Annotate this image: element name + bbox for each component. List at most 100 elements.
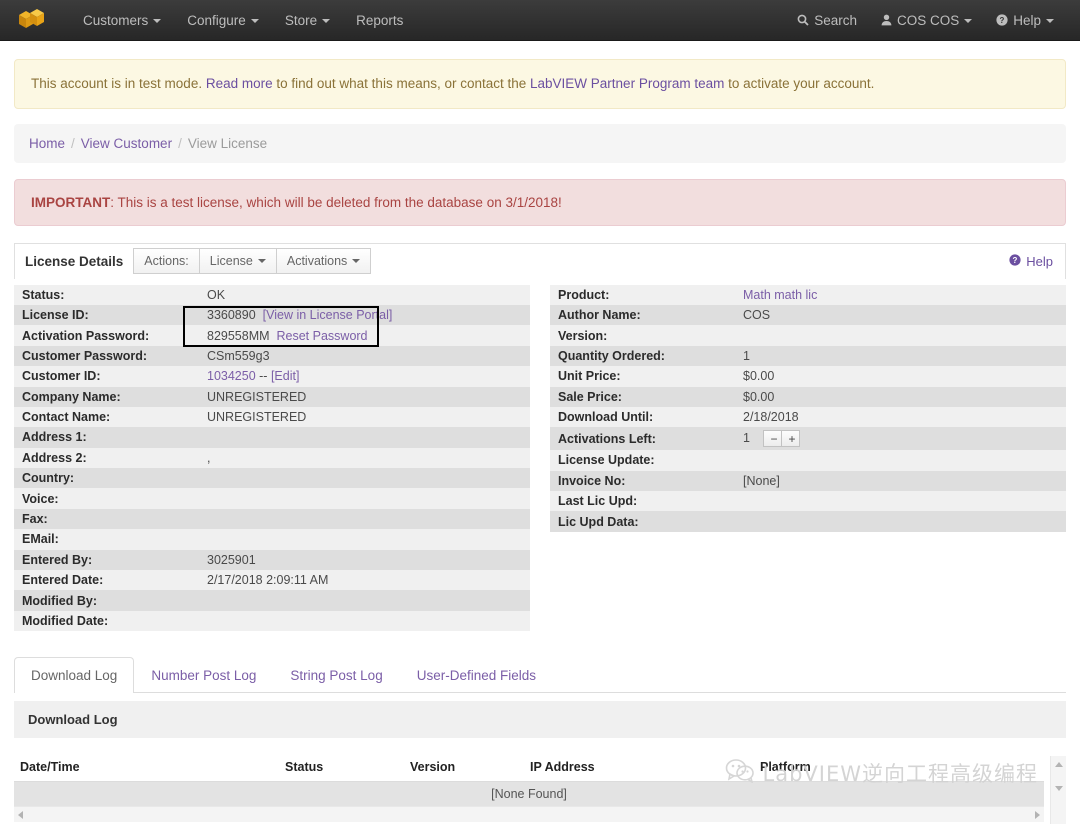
table-row: Status: OK bbox=[14, 284, 530, 305]
table-row: Sale Price: $0.00 bbox=[550, 386, 1066, 407]
activations-dropdown-button[interactable]: Activations bbox=[275, 248, 372, 275]
vertical-scrollbar[interactable] bbox=[1050, 756, 1066, 825]
question-circle-icon: ? bbox=[1009, 253, 1021, 269]
row-value: $0.00 bbox=[735, 386, 1066, 407]
chevron-down-icon bbox=[352, 259, 361, 264]
nav-label: Reports bbox=[356, 12, 404, 28]
row-value: 829558MM Reset Password bbox=[199, 325, 530, 346]
activations-increment-button[interactable]: + bbox=[781, 430, 801, 448]
row-label: Company Name: bbox=[14, 386, 199, 407]
chevron-down-icon bbox=[964, 18, 973, 23]
row-value bbox=[199, 529, 530, 550]
scroll-left-icon[interactable] bbox=[18, 811, 23, 820]
row-value: 1 − + bbox=[735, 427, 1066, 451]
chevron-down-icon bbox=[153, 18, 162, 23]
svg-text:?: ? bbox=[1013, 256, 1018, 265]
license-dropdown-label: License bbox=[209, 254, 253, 269]
details-right-table: Product: Math math lic Author Name: COS … bbox=[550, 284, 1066, 532]
column-header-version[interactable]: Version bbox=[404, 756, 524, 783]
brand-logo[interactable] bbox=[10, 0, 54, 41]
row-label: Modified Date: bbox=[14, 610, 199, 632]
table-row: Lic Upd Data: bbox=[550, 511, 1066, 532]
tab-download-log[interactable]: Download Log bbox=[14, 657, 135, 694]
nav-label: Store bbox=[284, 12, 318, 28]
customer-id-link[interactable]: 1034250 bbox=[207, 369, 256, 383]
column-header-platform[interactable]: Platform bbox=[754, 756, 1044, 783]
nav-item-customers[interactable]: Customers bbox=[70, 0, 174, 41]
row-value: 1034250 -- [Edit] bbox=[199, 366, 530, 387]
panel-help-link[interactable]: ? Help bbox=[1009, 254, 1053, 269]
alert-text-part3: to activate your account. bbox=[724, 76, 875, 91]
tab-user-defined-fields[interactable]: User-Defined Fields bbox=[400, 657, 553, 693]
breadcrumb: Home / View Customer / View License bbox=[14, 123, 1066, 163]
table-row: Invoice No: [None] bbox=[550, 470, 1066, 492]
row-label: Version: bbox=[550, 325, 735, 346]
row-label: Invoice No: bbox=[550, 470, 735, 492]
reset-password-link[interactable]: Reset Password bbox=[277, 329, 368, 343]
row-value: 2/18/2018 bbox=[735, 406, 1066, 428]
nav-item-store[interactable]: Store bbox=[272, 0, 343, 41]
column-header-ip-address[interactable]: IP Address bbox=[524, 756, 754, 783]
row-value bbox=[735, 325, 1066, 346]
edit-customer-link[interactable]: [Edit] bbox=[271, 369, 300, 383]
row-label: Fax: bbox=[14, 508, 199, 530]
actions-label-button: Actions: bbox=[133, 248, 200, 275]
chevron-down-icon bbox=[257, 259, 266, 264]
chevron-down-icon bbox=[250, 18, 259, 23]
row-label: EMail: bbox=[14, 529, 199, 550]
search-icon bbox=[797, 1, 809, 42]
question-circle-icon: ? bbox=[996, 1, 1008, 42]
breadcrumb-separator: / bbox=[178, 135, 182, 151]
table-row: Unit Price: $0.00 bbox=[550, 366, 1066, 387]
chevron-down-icon bbox=[322, 18, 331, 23]
partner-program-link[interactable]: LabVIEW Partner Program team bbox=[530, 76, 724, 91]
column-header-status[interactable]: Status bbox=[279, 756, 404, 783]
column-header-datetime[interactable]: Date/Time bbox=[14, 756, 279, 783]
row-label: License Update: bbox=[550, 450, 735, 471]
table-row: Activations Left: 1 − + bbox=[550, 427, 1066, 451]
row-value: Math math lic bbox=[735, 284, 1066, 305]
table-row: License ID: 3360890 [View in License Por… bbox=[14, 304, 530, 326]
license-dropdown-button[interactable]: License bbox=[198, 248, 277, 275]
nav-item-account[interactable]: COS COS bbox=[869, 0, 984, 41]
table-row: License Update: bbox=[550, 450, 1066, 471]
row-label: Sale Price: bbox=[550, 386, 735, 407]
row-label: Quantity Ordered: bbox=[550, 345, 735, 367]
scroll-up-icon[interactable] bbox=[1055, 762, 1063, 768]
nav-label: Help bbox=[1013, 12, 1041, 28]
table-row: Author Name: COS bbox=[550, 304, 1066, 326]
nav-label: Customers bbox=[83, 12, 149, 28]
tab-number-post-log[interactable]: Number Post Log bbox=[134, 657, 273, 693]
activations-dropdown-label: Activations bbox=[286, 254, 348, 269]
view-in-license-portal-link[interactable]: [View in License Portal] bbox=[263, 308, 393, 322]
row-label: Status: bbox=[14, 284, 199, 305]
breadcrumb-item-home[interactable]: Home bbox=[29, 136, 65, 151]
row-label: Activations Left: bbox=[550, 427, 735, 451]
row-label: Customer ID: bbox=[14, 366, 199, 387]
important-prefix: IMPORTANT bbox=[31, 194, 111, 210]
horizontal-scrollbar[interactable] bbox=[14, 806, 1044, 823]
read-more-link[interactable]: Read more bbox=[206, 76, 273, 91]
table-row: Address 1: bbox=[14, 427, 530, 448]
breadcrumb-item-view-customer[interactable]: View Customer bbox=[81, 136, 172, 151]
row-label: Product: bbox=[550, 284, 735, 305]
row-value: [None] bbox=[735, 470, 1066, 492]
panel-help-label: Help bbox=[1026, 253, 1053, 269]
product-link[interactable]: Math math lic bbox=[743, 288, 817, 302]
nav-item-help[interactable]: ? Help bbox=[984, 0, 1066, 41]
row-value: CSm559g3 bbox=[199, 345, 530, 367]
tab-string-post-log[interactable]: String Post Log bbox=[273, 657, 399, 693]
nav-item-search[interactable]: Search bbox=[785, 0, 869, 41]
table-row: Modified By: bbox=[14, 590, 530, 611]
actions-button-group: Actions: License Activations bbox=[133, 248, 372, 275]
scroll-right-icon[interactable] bbox=[1035, 811, 1040, 820]
scroll-down-icon[interactable] bbox=[1055, 786, 1063, 792]
row-value: $0.00 bbox=[735, 366, 1066, 387]
breadcrumb-item-view-license: View License bbox=[187, 135, 268, 151]
nav-right-group: Search COS COS ? Help bbox=[785, 0, 1066, 41]
main-nav: Customers Configure Store Reports bbox=[70, 0, 416, 41]
activations-decrement-button[interactable]: − bbox=[763, 430, 783, 448]
nav-item-reports[interactable]: Reports bbox=[343, 0, 416, 41]
activations-left-value: 1 bbox=[743, 431, 750, 446]
nav-item-configure[interactable]: Configure bbox=[174, 0, 272, 41]
